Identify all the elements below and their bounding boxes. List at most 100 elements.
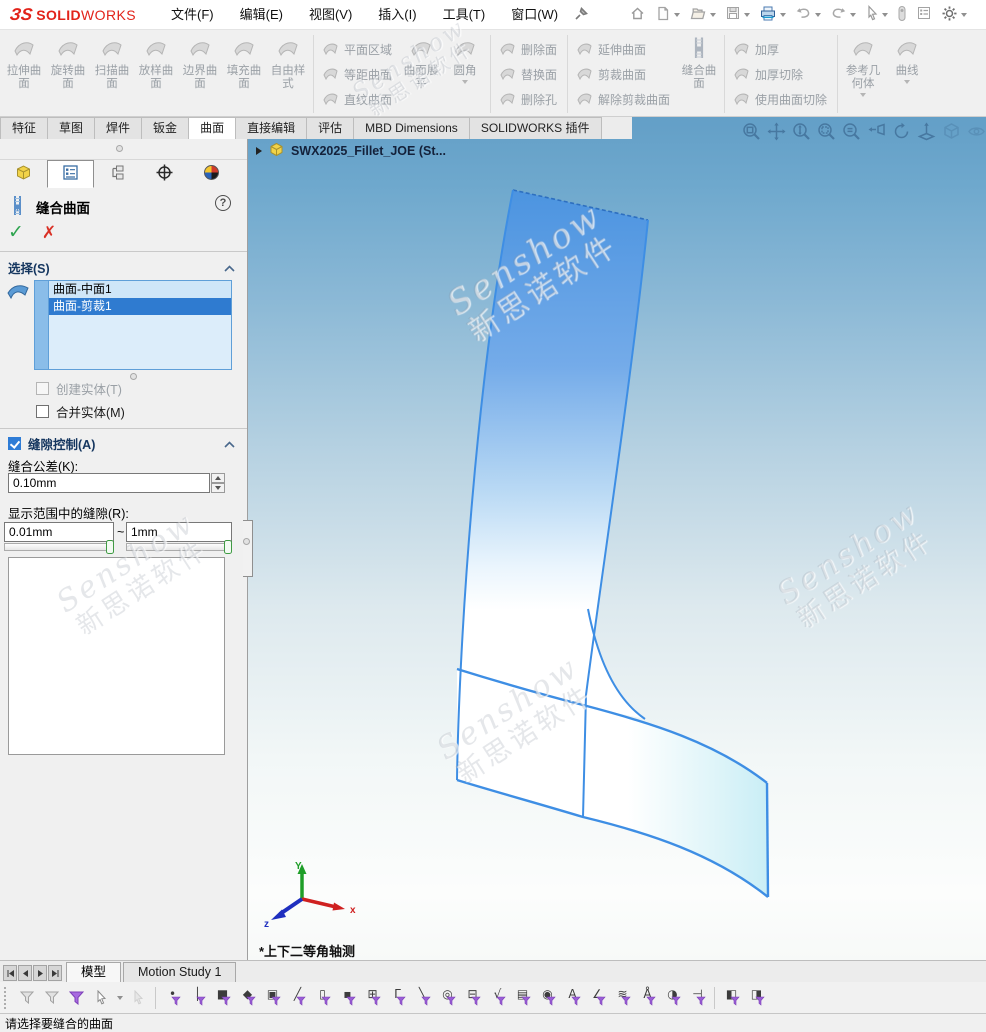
options-list-button[interactable] bbox=[913, 3, 935, 26]
home-button[interactable] bbox=[626, 3, 649, 27]
spinner-down-icon[interactable] bbox=[211, 483, 225, 493]
splitter-dot[interactable] bbox=[116, 145, 123, 152]
dropdown-caret[interactable] bbox=[674, 13, 680, 17]
tab-SOLIDWORKS 插件[interactable]: SOLIDWORKS 插件 bbox=[469, 117, 602, 139]
touch-mode-button[interactable] bbox=[894, 3, 910, 27]
ribbon-fillet-button[interactable]: 圆角 bbox=[443, 32, 487, 84]
gap-control-checkbox[interactable] bbox=[8, 437, 21, 450]
panel-tab-featuremanager-tree[interactable] bbox=[0, 160, 47, 188]
zoom-to-selection-icon[interactable] bbox=[840, 120, 862, 142]
dropdown-caret[interactable] bbox=[744, 13, 750, 17]
open-file-button[interactable] bbox=[686, 3, 719, 26]
pan-icon[interactable] bbox=[765, 120, 787, 142]
filter-balance-references-icon[interactable]: ◑ bbox=[660, 984, 685, 1011]
zoom-in-out-icon[interactable] bbox=[790, 120, 812, 142]
dropdown-caret[interactable] bbox=[710, 13, 716, 17]
zoom-to-area-icon[interactable] bbox=[815, 120, 837, 142]
previous-view-icon[interactable] bbox=[865, 120, 887, 142]
surface-list-item[interactable]: 曲面-剪裁1 bbox=[49, 298, 231, 315]
filter-edges-icon[interactable]: │ bbox=[185, 984, 210, 1011]
menu-item-5[interactable]: 窗口(W) bbox=[498, 0, 571, 29]
knitting-tolerance-input[interactable] bbox=[8, 473, 210, 493]
redo-button[interactable] bbox=[827, 3, 859, 26]
filter-center-marks-icon[interactable]: ◎ bbox=[435, 984, 460, 1011]
panel-flyout-tab[interactable] bbox=[243, 520, 253, 577]
filter-surface-finish-icon[interactable]: √ bbox=[485, 984, 510, 1011]
tab-钣金[interactable]: 钣金 bbox=[141, 117, 189, 139]
filter-sketch-contours-icon[interactable]: Γ bbox=[385, 984, 410, 1011]
list-resize-dot[interactable] bbox=[130, 373, 137, 380]
select-cursor-icon[interactable] bbox=[89, 984, 114, 1011]
tolerance-spinner[interactable] bbox=[211, 473, 225, 493]
settings-gear-button[interactable] bbox=[938, 3, 970, 27]
ribbon-planar-surface-button[interactable]: 平面区域 bbox=[317, 37, 399, 62]
filter-magnified-notes-icon[interactable]: ◉ bbox=[535, 984, 560, 1011]
ribbon-untrim-surface-button[interactable]: 解除剪裁曲面 bbox=[571, 87, 677, 112]
panel-tab-configurationmanager[interactable] bbox=[94, 160, 141, 188]
undo-button[interactable] bbox=[792, 3, 824, 26]
panel-tab-displaymanager[interactable] bbox=[188, 160, 235, 188]
gap-range-max-slider[interactable] bbox=[126, 543, 232, 551]
ribbon-boundary-surface-button[interactable]: 边界曲面 bbox=[178, 32, 222, 91]
ribbon-sweep-surface-button[interactable]: 扫描曲面 bbox=[90, 32, 134, 91]
merge-entities-checkbox[interactable] bbox=[36, 405, 49, 418]
ribbon-trim-surface-button[interactable]: 剪裁曲面 bbox=[571, 62, 677, 87]
panel-tab-propertymanager[interactable] bbox=[47, 160, 94, 188]
filter-weldment-icon[interactable]: ◧ bbox=[719, 984, 744, 1011]
ribbon-freeform-button[interactable]: 自由样式 bbox=[266, 32, 310, 91]
surface-model[interactable] bbox=[248, 117, 986, 961]
filter-axes-icon[interactable]: ╱ bbox=[285, 984, 310, 1011]
tab-焊件[interactable]: 焊件 bbox=[94, 117, 142, 139]
prev-tab-icon[interactable] bbox=[18, 965, 32, 981]
toggle-selection-filters-icon[interactable] bbox=[64, 984, 89, 1011]
menu-item-2[interactable]: 视图(V) bbox=[296, 0, 365, 29]
tab-曲面[interactable]: 曲面 bbox=[188, 117, 236, 139]
swoosh-right-edge[interactable] bbox=[767, 783, 768, 897]
print-button[interactable] bbox=[756, 3, 789, 27]
ribbon-ruled-surface-button[interactable]: 直纹曲面 bbox=[317, 87, 399, 112]
gap-range-max-input[interactable] bbox=[126, 522, 232, 542]
ok-button[interactable]: ✓ bbox=[8, 223, 24, 243]
gap-list-box[interactable] bbox=[8, 557, 225, 755]
ribbon-thickened-cut-button[interactable]: 加厚切除 bbox=[728, 62, 834, 87]
toolbar-grip[interactable] bbox=[4, 987, 11, 1009]
gap-range-min-input[interactable] bbox=[4, 522, 114, 542]
filter-solid-bodies-icon[interactable]: ▣ bbox=[260, 984, 285, 1011]
dropdown-caret[interactable] bbox=[462, 80, 468, 84]
ribbon-thicken-button[interactable]: 加厚 bbox=[728, 37, 834, 62]
menu-item-0[interactable]: 文件(F) bbox=[158, 0, 227, 29]
ribbon-delete-hole-button[interactable]: 删除孔 bbox=[494, 87, 564, 112]
display-style-icon[interactable] bbox=[940, 120, 962, 142]
dropdown-caret[interactable] bbox=[815, 13, 821, 17]
clear-selection-filter-icon[interactable] bbox=[14, 984, 39, 1011]
first-tab-icon[interactable] bbox=[3, 965, 17, 981]
slider-handle[interactable] bbox=[224, 540, 232, 554]
flyout-dot[interactable] bbox=[243, 538, 250, 545]
graphics-area[interactable]: SWX2025_Fillet_JOE (St... Y x z *上下二等角轴测 bbox=[248, 117, 986, 961]
slider-handle[interactable] bbox=[106, 540, 114, 554]
panel-tab-dimxpertmanager[interactable] bbox=[141, 160, 188, 188]
panel-splitter[interactable] bbox=[0, 139, 247, 160]
filter-vertices-icon[interactable]: • bbox=[160, 984, 185, 1011]
collapse-chevron-icon[interactable] bbox=[224, 437, 235, 451]
select-other-icon[interactable] bbox=[126, 984, 151, 1011]
dropdown-caret[interactable] bbox=[961, 13, 967, 17]
filter-annotations-icon[interactable]: A bbox=[560, 984, 585, 1011]
rotate-view-icon[interactable] bbox=[890, 120, 912, 142]
tab-特征[interactable]: 特征 bbox=[0, 117, 48, 139]
tab-直接编辑[interactable]: 直接编辑 bbox=[235, 117, 307, 139]
surface-list-item[interactable]: 曲面-中面1 bbox=[49, 281, 231, 298]
ribbon-extrude-surface-button[interactable]: 拉伸曲面 bbox=[2, 32, 46, 91]
ribbon-reference-geometry-button[interactable]: 参考几何体 bbox=[841, 32, 885, 97]
ribbon-delete-face-button[interactable]: 删除面 bbox=[494, 37, 564, 62]
filter-surface-bodies-icon[interactable]: ◆ bbox=[235, 984, 260, 1011]
filter-planes-icon[interactable]: ▯ bbox=[310, 984, 335, 1011]
ribbon-curves-button[interactable]: 曲线 bbox=[885, 32, 929, 84]
hide-show-items-icon[interactable] bbox=[965, 120, 986, 142]
menu-item-1[interactable]: 编辑(E) bbox=[227, 0, 296, 29]
ribbon-revolve-surface-button[interactable]: 旋转曲面 bbox=[46, 32, 90, 91]
ribbon-extend-surface-button[interactable]: 延伸曲面 bbox=[571, 37, 677, 62]
document-tab-模型[interactable]: 模型 bbox=[66, 962, 121, 982]
pin-menu-icon[interactable] bbox=[573, 7, 588, 22]
ribbon-cut-with-surface-button[interactable]: 使用曲面切除 bbox=[728, 87, 834, 112]
